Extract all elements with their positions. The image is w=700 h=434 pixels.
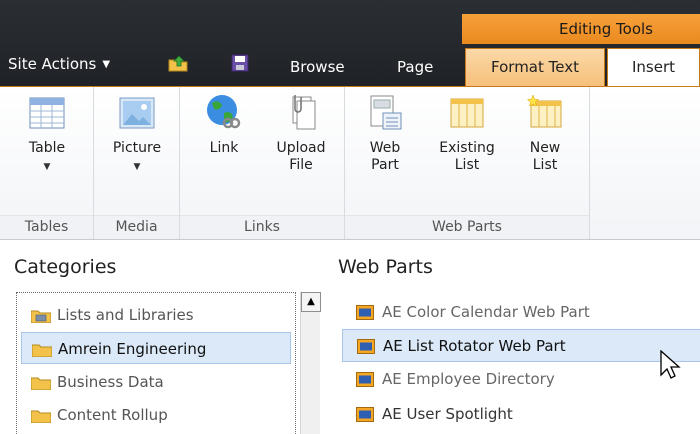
site-actions-menu[interactable]: Site Actions ▼ xyxy=(8,55,110,73)
media-group: Picture ▼ Media xyxy=(94,87,180,239)
category-item-lists-and-libraries[interactable]: Lists and Libraries xyxy=(21,299,291,331)
navigate-up-icon[interactable] xyxy=(168,54,188,72)
link-label: Link xyxy=(209,140,239,156)
links-group-label: Links xyxy=(180,215,344,239)
web-parts-list[interactable]: AE Color Calendar Web Part AE List Rotat… xyxy=(338,292,700,434)
existing-list-button[interactable]: Existing List xyxy=(429,93,505,174)
categories-list[interactable]: Lists and Libraries Amrein Engineering B… xyxy=(16,292,296,434)
web-part-item-color-calendar[interactable]: AE Color Calendar Web Part xyxy=(342,296,700,329)
table-label: Table xyxy=(28,140,66,156)
mouse-pointer-icon xyxy=(660,350,681,379)
table-button[interactable]: Table ▼ xyxy=(12,93,82,176)
web-part-item-user-spotlight[interactable]: AE User Spotlight xyxy=(342,398,700,431)
picture-button[interactable]: Picture ▼ xyxy=(102,93,172,176)
category-label: Content Rollup xyxy=(57,406,168,424)
new-list-label-1: New xyxy=(529,140,561,156)
category-label: Amrein Engineering xyxy=(58,340,207,358)
editing-tools-label: Editing Tools xyxy=(559,20,653,38)
tables-group: Table ▼ Tables xyxy=(0,87,94,239)
web-part-label-2: Part xyxy=(371,157,399,173)
media-group-label: Media xyxy=(94,215,179,239)
links-group: Link Upload File Links xyxy=(180,87,345,239)
upload-file-icon xyxy=(292,95,316,130)
chevron-down-icon: ▼ xyxy=(43,162,51,172)
link-button[interactable]: Link xyxy=(194,93,254,157)
web-part-item-icon xyxy=(356,305,374,320)
web-part-label: AE List Rotator Web Part xyxy=(383,337,566,355)
folder-icon xyxy=(32,344,52,357)
existing-list-label-2: List xyxy=(454,157,480,173)
web-part-item-employee-directory[interactable]: AE Employee Directory xyxy=(342,363,700,396)
category-label: Business Data xyxy=(57,373,164,391)
web-part-label: AE Employee Directory xyxy=(382,370,555,388)
new-list-icon xyxy=(526,94,562,128)
editing-tools-group: Editing Tools xyxy=(462,14,700,44)
categories-scrollbar[interactable]: ▲ xyxy=(300,292,321,434)
new-list-label-2: List xyxy=(532,157,558,173)
tab-format-text[interactable]: Format Text xyxy=(465,48,605,86)
upload-file-label-2: File xyxy=(289,157,313,173)
category-label: Lists and Libraries xyxy=(57,306,194,324)
web-part-label: AE User Spotlight xyxy=(382,405,513,423)
web-part-item-icon xyxy=(356,372,374,387)
existing-list-label-1: Existing xyxy=(439,140,495,156)
picture-label: Picture xyxy=(112,140,162,156)
web-parts-title: Web Parts xyxy=(338,256,433,278)
upload-file-button[interactable]: Upload File xyxy=(264,93,338,174)
tables-group-label: Tables xyxy=(0,215,93,239)
site-actions-label: Site Actions xyxy=(8,55,97,73)
picture-icon xyxy=(119,97,155,129)
web-part-item-list-rotator[interactable]: AE List Rotator Web Part xyxy=(342,329,700,362)
save-icon[interactable] xyxy=(230,54,250,72)
folder-icon xyxy=(31,377,51,390)
web-part-label: AE Color Calendar Web Part xyxy=(382,303,590,321)
web-parts-group-label: Web Parts xyxy=(345,215,589,239)
upload-file-label-1: Upload xyxy=(276,140,326,156)
web-parts-group: Web Part Existing List New List Web Part… xyxy=(345,87,590,239)
chevron-down-icon: ▼ xyxy=(102,59,111,70)
top-bar: Editing Tools Site Actions ▼ Browse Page … xyxy=(0,0,700,87)
web-part-icon xyxy=(370,95,402,130)
library-folder-icon xyxy=(31,310,51,323)
chevron-down-icon: ▼ xyxy=(133,162,141,172)
tab-page[interactable]: Page xyxy=(397,58,433,76)
scroll-up-arrow-icon[interactable]: ▲ xyxy=(301,292,321,312)
folder-icon xyxy=(31,410,51,423)
existing-list-icon xyxy=(450,98,484,128)
categories-title: Categories xyxy=(14,256,117,278)
table-icon xyxy=(29,97,65,129)
tab-insert[interactable]: Insert xyxy=(607,48,700,87)
web-part-label-1: Web xyxy=(369,140,401,156)
web-part-item-icon xyxy=(356,407,374,422)
category-item-amrein-engineering[interactable]: Amrein Engineering xyxy=(21,332,291,364)
ribbon: Table ▼ Tables Picture ▼ Media Link Uplo… xyxy=(0,86,700,240)
web-part-button[interactable]: Web Part xyxy=(355,93,415,174)
link-globe-icon xyxy=(207,95,241,129)
new-list-button[interactable]: New List xyxy=(515,93,575,174)
category-item-business-data[interactable]: Business Data xyxy=(21,366,291,398)
web-part-item-icon xyxy=(357,339,375,354)
tab-row: Site Actions ▼ Browse Page Format Text In… xyxy=(0,44,700,87)
category-item-content-rollup[interactable]: Content Rollup xyxy=(21,399,291,431)
tab-browse[interactable]: Browse xyxy=(290,58,345,76)
